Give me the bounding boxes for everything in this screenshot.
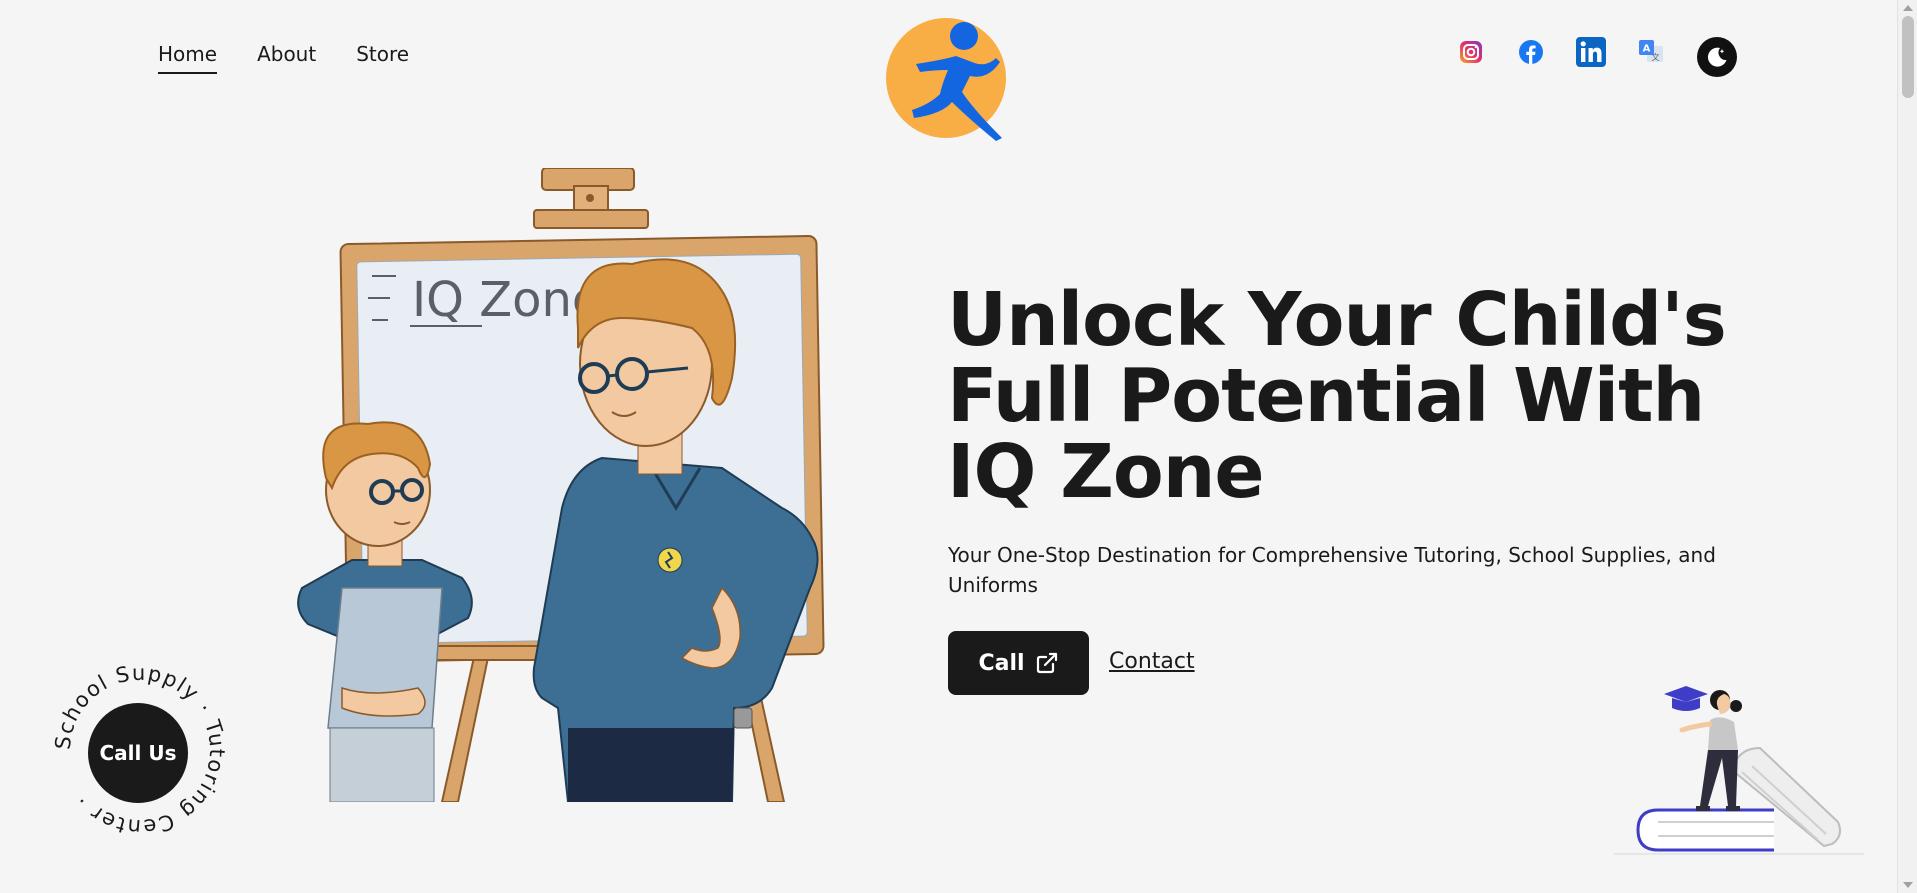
scroll-down-arrow-icon[interactable] — [1903, 882, 1913, 888]
graduate-on-books-illustration — [1614, 686, 1864, 855]
scroll-up-arrow-icon[interactable] — [1903, 5, 1913, 11]
translate-icon[interactable]: A 文 — [1636, 37, 1666, 67]
svg-text:文: 文 — [1652, 52, 1660, 62]
hero-title: Unlock Your Child's Full Potential With … — [947, 277, 1727, 515]
hero-subtitle: Your One-Stop Destination for Comprehens… — [948, 543, 1716, 597]
external-link-icon — [1036, 652, 1057, 674]
nav-about-link[interactable]: About — [257, 42, 316, 74]
nav-store-link[interactable]: Store — [356, 42, 409, 74]
teacher-student-illustration: IQ Zone — [297, 168, 825, 802]
linkedin-icon[interactable] — [1576, 37, 1606, 67]
call-button-label: Call — [978, 650, 1025, 676]
page-scrollbar[interactable] — [1897, 0, 1917, 893]
board-text: IQ Zone — [412, 272, 601, 328]
facebook-icon[interactable] — [1516, 37, 1546, 67]
call-us-button[interactable]: Call Us — [88, 703, 188, 803]
svg-text:A: A — [1643, 44, 1651, 55]
call-button[interactable]: Call — [948, 631, 1089, 695]
moon-icon — [1707, 47, 1727, 67]
social-links: A 文 — [1456, 37, 1666, 67]
main-nav: Home About Store — [158, 42, 409, 74]
scrollbar-thumb[interactable] — [1902, 16, 1914, 98]
contact-link[interactable]: Contact — [1109, 649, 1195, 674]
instagram-icon[interactable] — [1456, 37, 1486, 67]
nav-home-link[interactable]: Home — [158, 42, 218, 74]
running-figure-logo[interactable] — [886, 14, 1010, 142]
dark-mode-toggle[interactable] — [1697, 37, 1737, 77]
